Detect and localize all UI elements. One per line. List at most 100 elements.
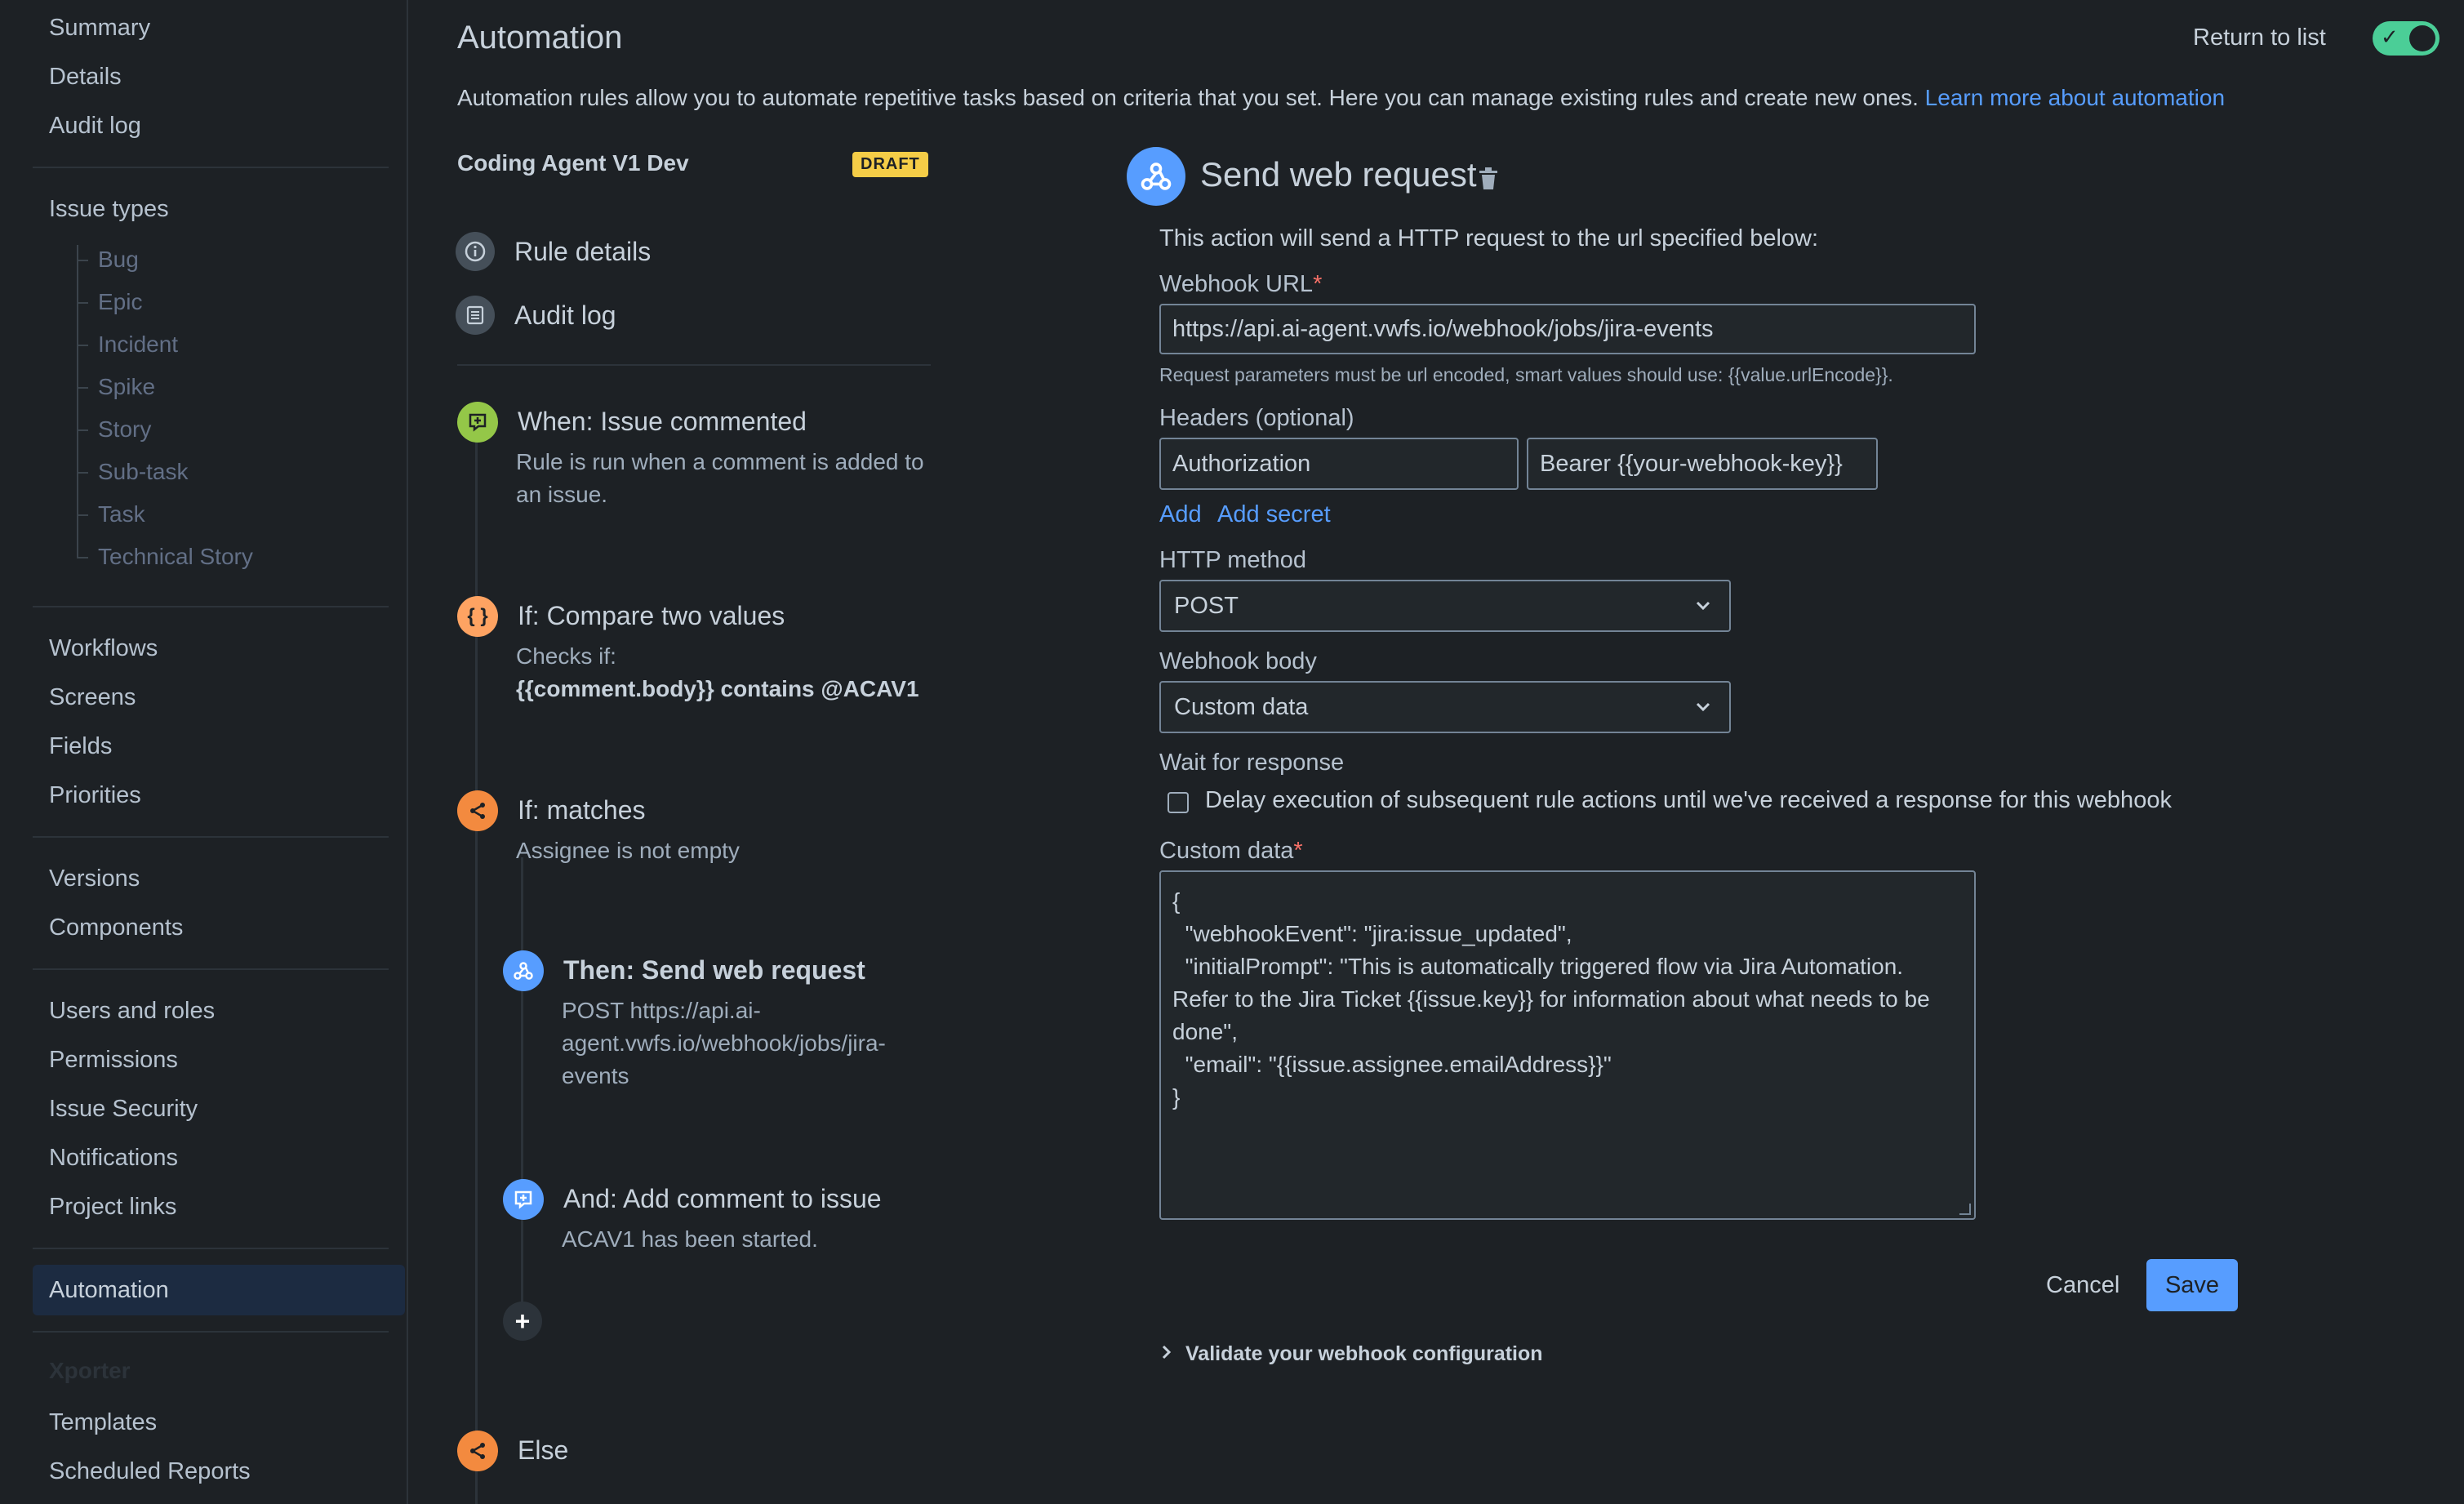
save-button[interactable]: Save	[2146, 1259, 2238, 1311]
sidebar-divider	[33, 1248, 389, 1249]
sidebar-item-technical-story[interactable]: Technical Story	[98, 544, 253, 570]
tree-tick	[77, 387, 88, 389]
required-marker: *	[1293, 838, 1303, 864]
action-intro: This action will send a HTTP request to …	[1159, 225, 1819, 251]
project-settings-sidebar: Summary Details Audit log Issue types Bu…	[16, 0, 408, 1504]
sidebar-item-automation[interactable]: Automation	[49, 1277, 169, 1304]
trigger-step-title[interactable]: When: Issue commented	[518, 407, 807, 437]
tree-tick	[77, 302, 88, 304]
check-icon: ✓	[2381, 24, 2399, 49]
http-method-value: POST	[1174, 592, 1239, 619]
trash-icon[interactable]	[1478, 167, 1499, 191]
tree-tick	[77, 345, 88, 346]
sidebar-item-screens[interactable]: Screens	[49, 684, 136, 711]
learn-more-link[interactable]: Learn more about automation	[1925, 85, 2225, 110]
wait-for-response-checkbox-label[interactable]: Delay execution of subsequent rule actio…	[1205, 787, 2172, 814]
headers-label: Headers (optional)	[1159, 405, 1354, 431]
action-send-web-request-title[interactable]: Then: Send web request	[563, 955, 865, 986]
rule-details-label: Rule details	[514, 236, 652, 266]
sidebar-item-story[interactable]: Story	[98, 416, 151, 443]
rule-details-nav[interactable]: Rule details	[456, 232, 651, 271]
issue-types-tree-line	[77, 245, 78, 557]
webhook-url-input[interactable]: https://api.ai-agent.vwfs.io/webhook/job…	[1159, 304, 1976, 354]
add-step-button[interactable]: +	[503, 1302, 542, 1341]
sidebar-item-users-and-roles[interactable]: Users and roles	[49, 998, 215, 1025]
intro-text: Automation rules allow you to automate r…	[457, 85, 2225, 111]
toggle-knob	[2409, 25, 2435, 51]
custom-data-content: { "webhookEvent": "jira:issue_updated", …	[1172, 888, 1930, 1110]
list-icon	[456, 296, 495, 335]
sidebar-item-incident[interactable]: Incident	[98, 332, 178, 358]
sidebar-item-components[interactable]: Components	[49, 914, 183, 941]
page-title: Automation	[457, 20, 623, 56]
branch-icon	[457, 790, 498, 831]
condition-matches-title[interactable]: If: matches	[518, 795, 646, 825]
sidebar-divider	[33, 167, 389, 168]
webhook-icon	[503, 950, 544, 991]
rule-enabled-toggle[interactable]: ✓	[2373, 21, 2440, 56]
wait-for-response-checkbox[interactable]	[1168, 792, 1189, 813]
custom-data-textarea[interactable]: { "webhookEvent": "jira:issue_updated", …	[1159, 870, 1976, 1220]
action-add-comment-title[interactable]: And: Add comment to issue	[563, 1184, 882, 1214]
sidebar-item-issue-types[interactable]: Issue types	[49, 196, 169, 223]
tree-tick	[77, 514, 88, 516]
sidebar-item-summary[interactable]: Summary	[49, 15, 150, 42]
webhook-body-select[interactable]: Custom data	[1159, 681, 1731, 733]
sidebar-item-templates[interactable]: Templates	[49, 1409, 157, 1436]
intro-description: Automation rules allow you to automate r…	[457, 85, 1919, 110]
sidebar-item-audit-log[interactable]: Audit log	[49, 113, 141, 140]
sidebar-divider	[33, 1331, 389, 1333]
sidebar-item-sub-task[interactable]: Sub-task	[98, 459, 189, 485]
else-step-title[interactable]: Else	[518, 1435, 568, 1466]
sidebar-item-task[interactable]: Task	[98, 501, 145, 527]
http-method-label: HTTP method	[1159, 547, 1306, 573]
sidebar-item-priorities[interactable]: Priorities	[49, 782, 141, 809]
sidebar-item-issue-security[interactable]: Issue Security	[49, 1096, 198, 1123]
action-title: Send web request	[1200, 155, 1477, 194]
audit-log-nav[interactable]: Audit log	[456, 296, 616, 335]
condition-matches-desc: Assignee is not empty	[516, 838, 740, 863]
sidebar-item-spike[interactable]: Spike	[98, 374, 155, 400]
webhook-body-label: Webhook body	[1159, 648, 1317, 674]
webhook-icon	[1127, 147, 1185, 206]
sidebar-item-details[interactable]: Details	[49, 64, 122, 91]
rule-divider	[457, 364, 931, 366]
action-send-web-request-desc: POST https://api.ai-agent.vwfs.io/webhoo…	[562, 998, 886, 1088]
sidebar-divider	[33, 968, 389, 970]
add-secret-link[interactable]: Add secret	[1217, 501, 1331, 528]
resize-handle[interactable]	[1959, 1204, 1971, 1215]
chevron-down-icon	[1696, 601, 1710, 611]
sidebar-item-versions[interactable]: Versions	[49, 865, 140, 892]
sidebar-item-project-links[interactable]: Project links	[49, 1194, 176, 1221]
sidebar-item-permissions[interactable]: Permissions	[49, 1047, 178, 1074]
condition-compare-title[interactable]: If: Compare two values	[518, 601, 785, 631]
return-to-list-link[interactable]: Return to list	[2193, 24, 2326, 51]
http-method-select[interactable]: POST	[1159, 580, 1731, 632]
wait-for-response-label: Wait for response	[1159, 750, 1345, 776]
sidebar-divider	[33, 836, 389, 838]
sidebar-item-fields[interactable]: Fields	[49, 733, 112, 760]
header-value-input[interactable]: Bearer {{your-webhook-key}}	[1527, 438, 1878, 490]
tree-tick	[77, 260, 88, 261]
flow-connector-branch	[521, 857, 523, 1306]
header-key-input[interactable]: Authorization	[1159, 438, 1519, 490]
sidebar-item-workflows[interactable]: Workflows	[49, 635, 158, 662]
cancel-button[interactable]: Cancel	[2030, 1259, 2136, 1311]
sidebar-heading-xporter: Xporter	[49, 1358, 131, 1383]
tree-tick	[77, 429, 88, 431]
custom-data-label-text: Custom data	[1159, 838, 1294, 864]
condition-compare-prefix: Checks if:	[516, 643, 616, 669]
branch-icon	[457, 1431, 498, 1471]
add-header-link[interactable]: Add	[1159, 501, 1202, 528]
validate-webhook-label: Validate your webhook configuration	[1185, 1342, 1543, 1365]
tree-tick	[77, 472, 88, 474]
validate-webhook-expander[interactable]: Validate your webhook configuration	[1161, 1342, 1543, 1366]
sidebar-item-bug[interactable]: Bug	[98, 247, 139, 273]
status-badge: DRAFT	[852, 152, 928, 177]
audit-log-label: Audit log	[514, 300, 616, 330]
required-marker: *	[1313, 271, 1323, 297]
sidebar-item-notifications[interactable]: Notifications	[49, 1145, 178, 1172]
sidebar-item-scheduled-reports[interactable]: Scheduled Reports	[49, 1458, 251, 1485]
webhook-body-value: Custom data	[1174, 693, 1309, 720]
sidebar-item-epic[interactable]: Epic	[98, 289, 142, 315]
